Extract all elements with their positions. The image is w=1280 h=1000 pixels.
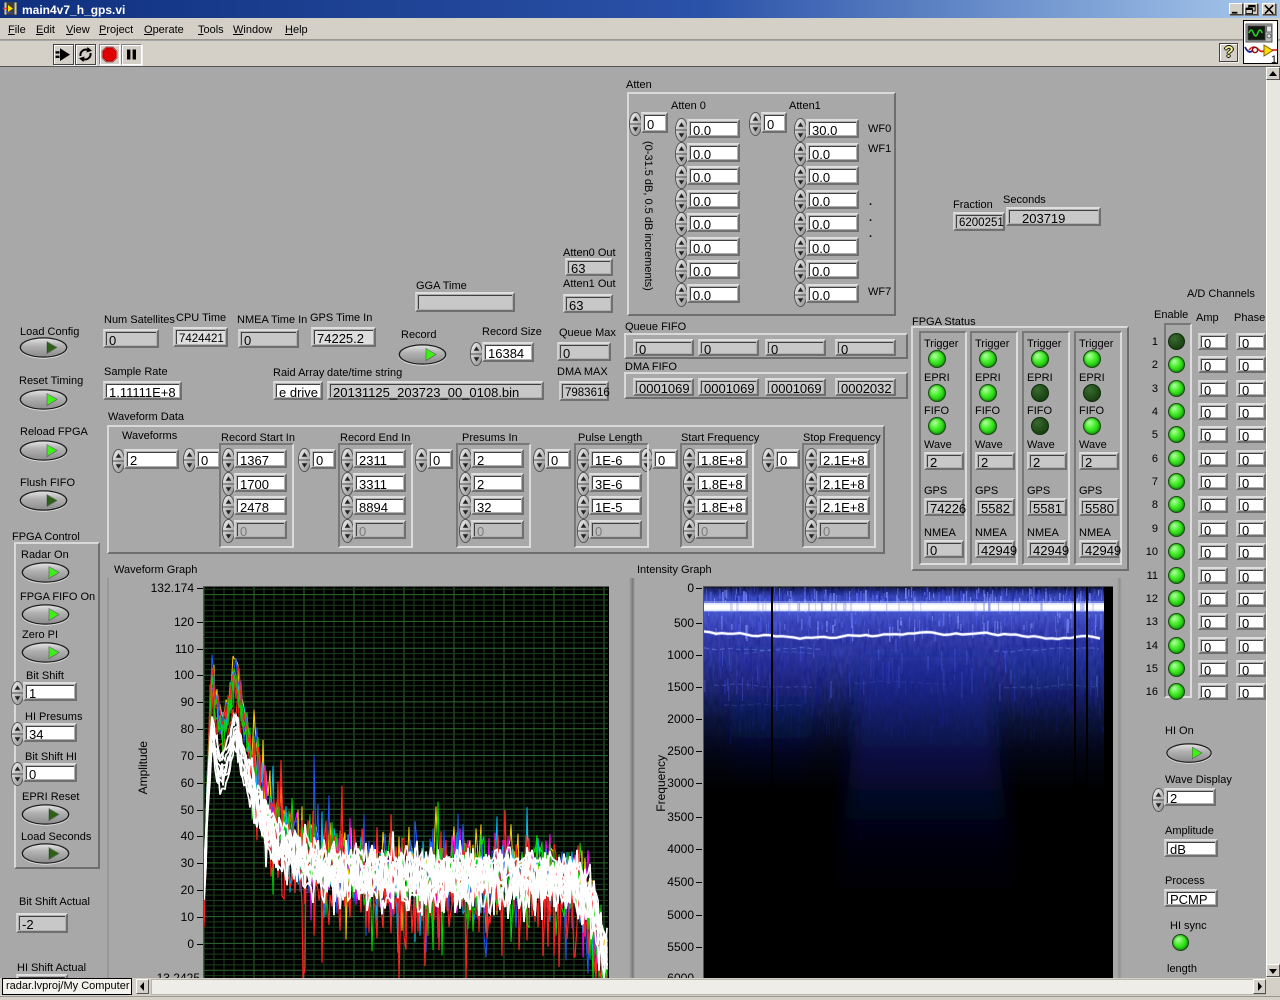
svg-text:1: 1 — [1271, 54, 1277, 64]
